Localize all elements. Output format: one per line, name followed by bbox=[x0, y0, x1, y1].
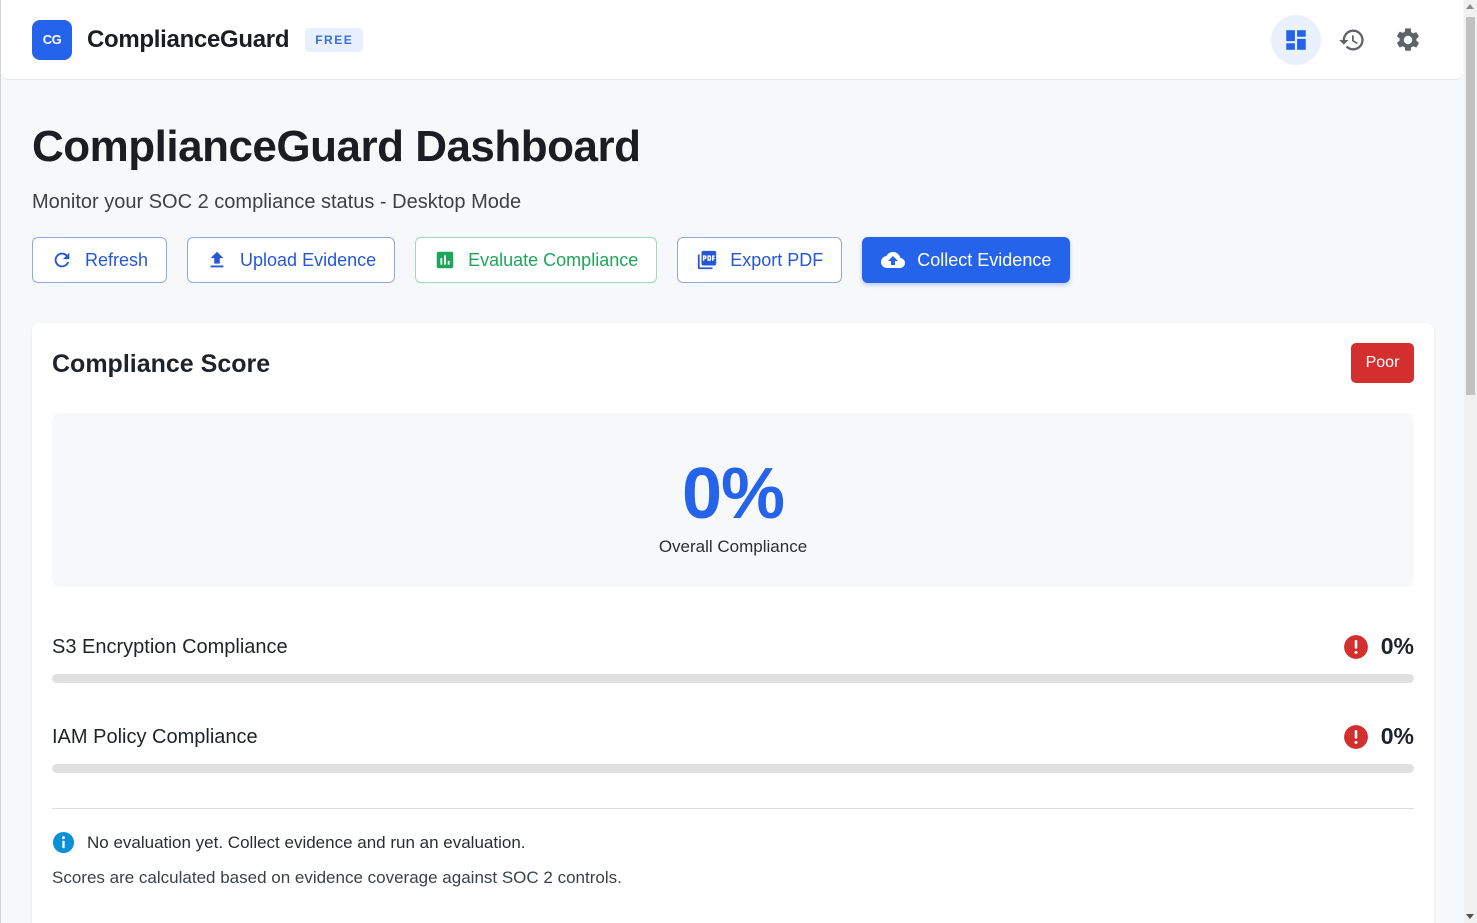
pdf-icon bbox=[698, 250, 717, 270]
overall-score-value: 0% bbox=[681, 454, 785, 534]
brand-name: ComplianceGuard bbox=[87, 25, 290, 53]
vertical-scrollbar[interactable] bbox=[1464, 0, 1477, 923]
export-pdf-label: Export PDF bbox=[730, 249, 824, 270]
app-window: CG ComplianceGuard FREE ComplianceGuard … bbox=[0, 0, 1464, 923]
metric-value: 0% bbox=[1380, 723, 1414, 749]
card-title: Compliance Score bbox=[52, 350, 271, 378]
logo: CG bbox=[32, 19, 72, 60]
gear-icon[interactable] bbox=[1383, 15, 1433, 65]
error-icon bbox=[1343, 634, 1368, 659]
scroll-down-arrow[interactable] bbox=[1466, 914, 1474, 919]
overall-score-panel: 0% Overall Compliance bbox=[52, 413, 1414, 587]
bar-chart-icon bbox=[436, 251, 454, 269]
error-icon bbox=[1343, 724, 1368, 749]
header-actions bbox=[1271, 15, 1433, 65]
metric-label: S3 Encryption Compliance bbox=[52, 636, 288, 658]
scroll-thumb[interactable] bbox=[1466, 17, 1475, 395]
collect-evidence-label: Collect Evidence bbox=[917, 249, 1052, 270]
compliance-score-card: Compliance Score Poor 0% Overall Complia… bbox=[32, 323, 1434, 923]
page-subtitle: Monitor your SOC 2 compliance status - D… bbox=[32, 191, 522, 213]
top-header: CG ComplianceGuard FREE bbox=[1, 0, 1463, 80]
metric-status: 0% bbox=[1343, 723, 1414, 750]
export-pdf-button[interactable]: Export PDF bbox=[677, 237, 843, 283]
collect-evidence-button[interactable]: Collect Evidence bbox=[862, 237, 1071, 283]
overall-score-label: Overall Compliance bbox=[658, 537, 808, 556]
action-toolbar: Refresh Upload Evidence Evaluate Complia… bbox=[32, 237, 1071, 283]
upload-icon bbox=[210, 251, 224, 268]
metric-label: IAM Policy Compliance bbox=[52, 726, 258, 748]
info-message: No evaluation yet. Collect evidence and … bbox=[52, 831, 526, 854]
score-footnote: Scores are calculated based on evidence … bbox=[52, 868, 622, 887]
progress-bar bbox=[52, 764, 1414, 773]
refresh-label: Refresh bbox=[85, 249, 149, 270]
refresh-button[interactable]: Refresh bbox=[32, 237, 168, 283]
metric-iam-policy: IAM Policy Compliance 0% bbox=[52, 723, 1414, 786]
evaluate-compliance-label: Evaluate Compliance bbox=[468, 249, 639, 270]
metric-status: 0% bbox=[1343, 633, 1414, 660]
divider bbox=[52, 808, 1414, 809]
page-title: ComplianceGuard Dashboard bbox=[32, 122, 641, 171]
status-badge: Poor bbox=[1351, 343, 1414, 383]
history-icon[interactable] bbox=[1327, 15, 1377, 65]
metric-s3-encryption: S3 Encryption Compliance 0% bbox=[52, 633, 1414, 696]
evaluate-compliance-button[interactable]: Evaluate Compliance bbox=[415, 237, 658, 283]
progress-bar bbox=[52, 674, 1414, 683]
info-icon bbox=[52, 831, 75, 854]
upload-evidence-label: Upload Evidence bbox=[240, 249, 377, 270]
metric-value: 0% bbox=[1380, 633, 1414, 659]
dashboard-icon[interactable] bbox=[1271, 15, 1321, 65]
plan-badge: FREE bbox=[305, 27, 364, 52]
info-text: No evaluation yet. Collect evidence and … bbox=[87, 832, 526, 852]
scroll-up-arrow[interactable] bbox=[1466, 4, 1474, 9]
upload-evidence-button[interactable]: Upload Evidence bbox=[187, 237, 396, 283]
cloud-upload-icon bbox=[881, 252, 906, 268]
refresh-icon bbox=[54, 252, 70, 268]
